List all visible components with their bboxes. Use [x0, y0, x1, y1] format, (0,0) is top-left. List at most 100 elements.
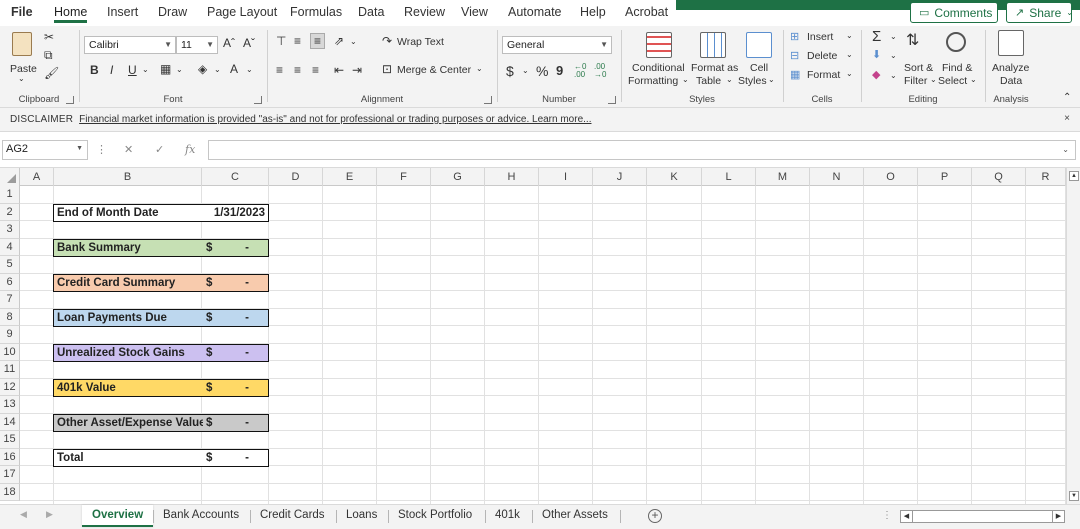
tab-help[interactable]: Help	[580, 5, 606, 19]
align-center-icon[interactable]: ≡	[294, 63, 301, 77]
chevron-down-icon[interactable]: ⌄	[176, 65, 183, 74]
font-color-icon[interactable]: A	[230, 62, 238, 76]
increase-indent-icon[interactable]: ⇥	[352, 63, 362, 77]
select-all-button[interactable]	[0, 168, 20, 186]
summary-value[interactable]: $ -	[203, 275, 267, 292]
wrap-text-button[interactable]: ↷ Wrap Text	[380, 34, 490, 52]
summary-label[interactable]: Bank Summary	[55, 240, 203, 257]
increase-font-icon[interactable]: Aˆ	[223, 36, 235, 50]
sort-filter-button[interactable]: ⇅ Sort & Filter ⌄	[902, 30, 938, 88]
column-header-l[interactable]: L	[702, 168, 756, 186]
horizontal-scrollbar[interactable]: ◀ ▶	[900, 510, 1065, 523]
summary-label[interactable]: Loan Payments Due	[55, 310, 203, 327]
align-left-icon[interactable]: ≡	[276, 63, 283, 77]
row-header-12[interactable]: 12	[0, 378, 20, 396]
summary-value[interactable]: $ -	[203, 450, 267, 467]
summary-row-6[interactable]: Credit Card Summary $ -	[53, 273, 269, 292]
decrease-decimal-icon[interactable]: .00 →0	[594, 63, 606, 79]
comments-button[interactable]: ▭ Comments	[910, 2, 998, 23]
cut-icon[interactable]: ✂	[44, 30, 54, 44]
sheet-tab-credit-cards[interactable]: Credit Cards	[250, 505, 335, 527]
sheet-tab-401k[interactable]: 401k	[485, 505, 530, 527]
tab-view[interactable]: View	[461, 5, 488, 19]
summary-value[interactable]: $ -	[203, 415, 267, 432]
percent-button[interactable]: %	[536, 63, 548, 79]
vertical-scrollbar[interactable]: ▲ ▼	[1066, 168, 1080, 504]
column-header-e[interactable]: E	[323, 168, 377, 186]
column-header-h[interactable]: H	[485, 168, 539, 186]
chevron-down-icon[interactable]: ⌄	[350, 37, 357, 46]
summary-row-4[interactable]: Bank Summary $ -	[53, 238, 269, 257]
underline-button[interactable]: U	[128, 63, 137, 77]
scroll-right-icon[interactable]: ▶	[1052, 511, 1064, 522]
column-header-i[interactable]: I	[539, 168, 593, 186]
row-header-17[interactable]: 17	[0, 466, 20, 484]
cancel-icon[interactable]: ✕	[124, 143, 133, 156]
summary-row-12[interactable]: 401k Value $ -	[53, 378, 269, 397]
column-header-n[interactable]: N	[810, 168, 864, 186]
more-icon[interactable]: ⋮	[882, 510, 892, 521]
name-box[interactable]: AG2 ▼	[2, 140, 88, 160]
borders-icon[interactable]: ▦	[160, 62, 171, 76]
expand-formula-bar-icon[interactable]: ⌄	[1062, 145, 1069, 154]
summary-row-2[interactable]: End of Month Date 1/31/2023	[53, 203, 269, 222]
summary-row-16[interactable]: Total $ -	[53, 448, 269, 467]
row-header-15[interactable]: 15	[0, 431, 20, 449]
row-header-5[interactable]: 5	[0, 256, 20, 274]
row-header-13[interactable]: 13	[0, 396, 20, 414]
analyze-data-button[interactable]: Analyze Data	[988, 30, 1034, 88]
align-bottom-icon[interactable]: ≡	[310, 33, 326, 49]
tab-review[interactable]: Review	[404, 5, 445, 19]
paste-button[interactable]: Paste ⌄	[6, 30, 38, 84]
add-sheet-icon[interactable]: +	[648, 509, 662, 523]
chevron-down-icon[interactable]: ⌄	[246, 65, 253, 74]
row-header-14[interactable]: 14	[0, 413, 20, 431]
format-cells-button[interactable]: ▦ Format ⌄	[790, 68, 858, 84]
summary-row-14[interactable]: Other Asset/Expense Values $ -	[53, 413, 269, 432]
summary-value[interactable]: $ -	[203, 310, 267, 327]
more-options-icon[interactable]: ⋮	[96, 143, 107, 156]
next-sheet-icon[interactable]: ▶	[46, 509, 53, 520]
chevron-down-icon[interactable]: ⌄	[522, 66, 529, 75]
column-header-q[interactable]: Q	[972, 168, 1026, 186]
row-header-10[interactable]: 10	[0, 343, 20, 361]
column-header-p[interactable]: P	[918, 168, 972, 186]
format-as-table-button[interactable]: Format as Table ⌄	[690, 30, 738, 88]
tab-formulas[interactable]: Formulas	[290, 5, 342, 19]
fill-icon[interactable]: ⬇	[872, 48, 881, 61]
column-header-b[interactable]: B	[54, 168, 202, 186]
number-format-select[interactable]: General ▼	[502, 36, 612, 54]
tab-insert[interactable]: Insert	[107, 5, 138, 19]
sheet-tab-overview[interactable]: Overview	[82, 505, 154, 527]
currency-button[interactable]: $	[506, 63, 514, 79]
delete-cells-button[interactable]: ⊟ Delete ⌄	[790, 49, 858, 65]
spreadsheet-grid[interactable]: ABCDEFGHIJKLMNOPQR 1 2 3 4 5 6 7 8 9 10 11 12 13 14 15…	[0, 168, 1080, 504]
tab-data[interactable]: Data	[358, 5, 384, 19]
row-header-1[interactable]: 1	[0, 186, 20, 204]
clipboard-launcher-icon[interactable]	[66, 96, 74, 104]
tab-acrobat[interactable]: Acrobat	[625, 5, 668, 19]
row-header-4[interactable]: 4	[0, 238, 20, 256]
find-select-button[interactable]: Find & Select ⌄	[938, 30, 980, 88]
prev-sheet-icon[interactable]: ◀	[20, 509, 27, 520]
summary-label[interactable]: Total	[55, 450, 203, 467]
copy-icon[interactable]: ⧉	[44, 48, 53, 63]
row-header-16[interactable]: 16	[0, 448, 20, 466]
row-header-9[interactable]: 9	[0, 326, 20, 344]
summary-value[interactable]: $ -	[203, 380, 267, 397]
align-right-icon[interactable]: ≡	[312, 63, 319, 77]
scroll-up-icon[interactable]: ▲	[1069, 171, 1079, 181]
summary-value[interactable]: $ -	[203, 345, 267, 362]
column-header-o[interactable]: O	[864, 168, 918, 186]
number-launcher-icon[interactable]	[608, 96, 616, 104]
format-painter-icon[interactable]: 🖌	[44, 66, 59, 80]
column-header-d[interactable]: D	[269, 168, 323, 186]
chevron-down-icon[interactable]: ⌄	[142, 65, 149, 74]
summary-label[interactable]: Credit Card Summary	[55, 275, 203, 292]
column-header-c[interactable]: C	[202, 168, 269, 186]
chevron-down-icon[interactable]: ⌄	[214, 65, 221, 74]
insert-function-icon[interactable]: fx	[185, 143, 195, 156]
cell-styles-button[interactable]: Cell Styles ⌄	[738, 30, 778, 88]
sheet-tab-bank-accounts[interactable]: Bank Accounts	[153, 505, 249, 527]
row-header-2[interactable]: 2	[0, 203, 20, 221]
